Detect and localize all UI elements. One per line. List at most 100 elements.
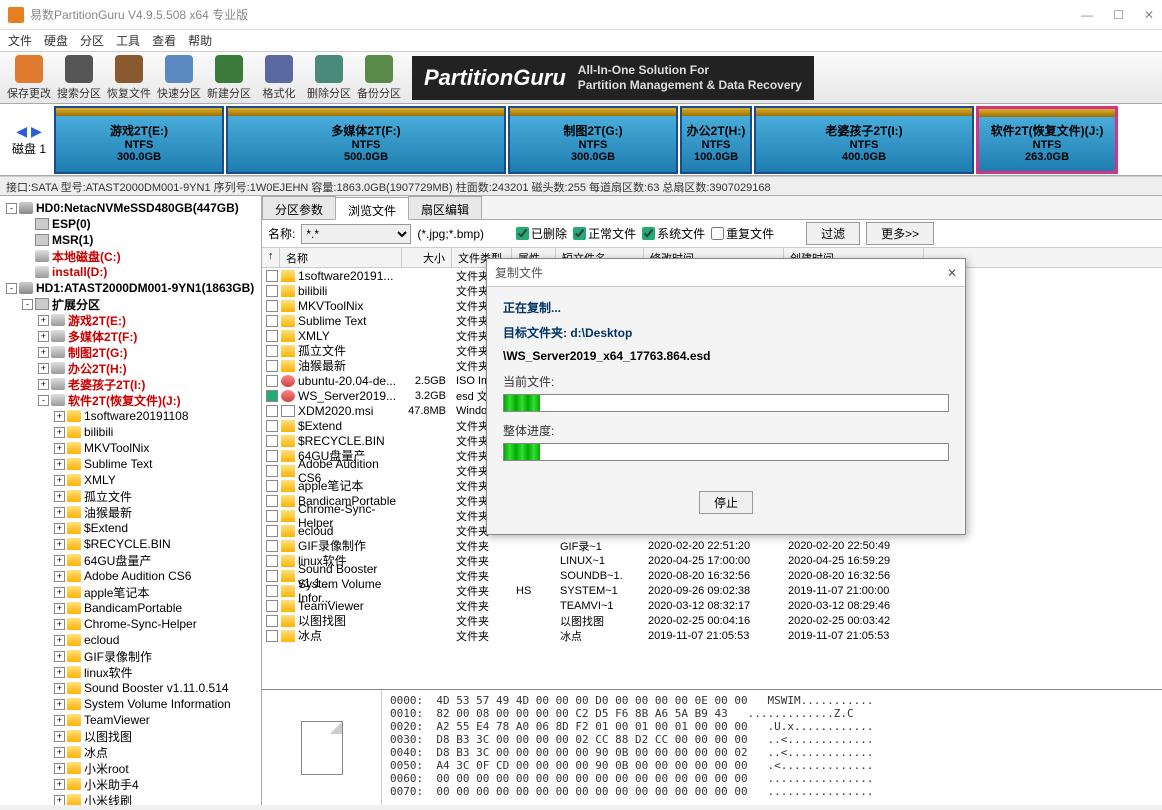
tree-item[interactable]: +MKVToolNix [2,440,259,456]
tbtn-新建分区[interactable]: 新建分区 [204,55,254,101]
menu-文件[interactable]: 文件 [8,32,32,49]
tree-item[interactable]: +Chrome-Sync-Helper [2,616,259,632]
menu-分区[interactable]: 分区 [80,32,104,49]
checkbox-icon[interactable] [266,585,278,597]
tree-item[interactable]: +Sound Booster v1.11.0.514 [2,680,259,696]
tree-item[interactable]: +ecloud [2,632,259,648]
tree-item[interactable]: +多媒体2T(F:) [2,328,259,344]
tree-item[interactable]: install(D:) [2,264,259,280]
tab-扇区编辑[interactable]: 扇区编辑 [408,196,482,219]
expander-icon[interactable]: + [38,331,49,342]
expander-icon[interactable]: + [54,795,65,806]
tree-item[interactable]: +linux软件 [2,664,259,680]
checkbox-icon[interactable] [266,480,278,492]
expander-icon[interactable]: + [38,379,49,390]
tbtn-保存更改[interactable]: 保存更改 [4,55,54,101]
checkbox-icon[interactable] [266,540,278,552]
tree-item[interactable]: +System Volume Information [2,696,259,712]
file-row[interactable]: System Volume Infor...文件夹HSSYSTEM~12020-… [262,583,1162,598]
tree-item[interactable]: +办公2T(H:) [2,360,259,376]
checkbox-icon[interactable] [266,285,278,297]
tree-item[interactable]: +$Extend [2,520,259,536]
tree-item[interactable]: +$RECYCLE.BIN [2,536,259,552]
checkbox-icon[interactable] [266,465,278,477]
expander-icon[interactable]: + [54,635,65,646]
expander-icon[interactable]: + [54,619,65,630]
tree-item[interactable]: +小米助手4 [2,776,259,792]
expander-icon[interactable]: + [54,459,65,470]
expander-icon[interactable]: - [6,283,17,294]
tree-item[interactable]: -HD1:ATAST2000DM001-9YN1(1863GB) [2,280,259,296]
partition-游戏2T(E:)[interactable]: 游戏2T(E:)NTFS300.0GB [54,106,224,174]
menu-帮助[interactable]: 帮助 [188,32,212,49]
expander-icon[interactable]: + [54,715,65,726]
tree-item[interactable]: +冰点 [2,744,259,760]
expander-icon[interactable]: + [54,779,65,790]
expander-icon[interactable]: + [54,523,65,534]
expander-icon[interactable]: - [22,299,33,310]
checkbox-icon[interactable] [266,630,278,642]
up-icon[interactable]: ↑ [262,248,280,267]
tbtn-格式化[interactable]: 格式化 [254,55,304,101]
tree-item[interactable]: +小米root [2,760,259,776]
checkbox-icon[interactable] [266,435,278,447]
partition-老婆孩子2T(I:)[interactable]: 老婆孩子2T(I:)NTFS400.0GB [754,106,974,174]
partition-软件2T(恢复文件)(J:)[interactable]: 软件2T(恢复文件)(J:)NTFS263.0GB [976,106,1118,174]
partition-制图2T(G:)[interactable]: 制图2T(G:)NTFS300.0GB [508,106,678,174]
tree-item[interactable]: +1software20191108 [2,408,259,424]
tree-item[interactable]: +64GU盘量产 [2,552,259,568]
tree-item[interactable]: +游戏2T(E:) [2,312,259,328]
file-row[interactable]: 冰点文件夹冰点2019-11-07 21:05:532019-11-07 21:… [262,628,1162,643]
tree-item[interactable]: +BandicamPortable [2,600,259,616]
expander-icon[interactable]: + [54,411,65,422]
tree-item[interactable]: +油猴最新 [2,504,259,520]
tree-item[interactable]: +Sublime Text [2,456,259,472]
chk-dup[interactable]: 重复文件 [711,225,774,242]
tree-item[interactable]: 本地磁盘(C:) [2,248,259,264]
expander-icon[interactable]: + [54,683,65,694]
menu-查看[interactable]: 查看 [152,32,176,49]
tree-item[interactable]: MSR(1) [2,232,259,248]
checkbox-icon[interactable] [266,315,278,327]
tbtn-删除分区[interactable]: 删除分区 [304,55,354,101]
tree-item[interactable]: +XMLY [2,472,259,488]
chk-system[interactable]: 系统文件 [642,225,705,242]
tbtn-恢复文件[interactable]: 恢复文件 [104,55,154,101]
chk-deleted[interactable]: 已删除 [516,225,567,242]
expander-icon[interactable]: - [38,395,49,406]
more-button[interactable]: 更多>> [866,222,934,245]
tab-分区参数[interactable]: 分区参数 [262,196,336,219]
filter-button[interactable]: 过滤 [806,222,860,245]
prev-next-icon[interactable]: ◀ ▶ [16,123,41,140]
expander-icon[interactable]: + [54,491,65,502]
menu-硬盘[interactable]: 硬盘 [44,32,68,49]
checkbox-icon[interactable] [266,615,278,627]
expander-icon[interactable]: + [54,443,65,454]
expander-icon[interactable]: + [54,747,65,758]
dialog-close-icon[interactable]: ✕ [947,266,957,280]
expander-icon[interactable]: + [54,539,65,550]
checkbox-icon[interactable] [266,330,278,342]
checkbox-icon[interactable] [266,345,278,357]
chk-normal[interactable]: 正常文件 [573,225,636,242]
expander-icon[interactable]: + [54,651,65,662]
tree-item[interactable]: +GIF录像制作 [2,648,259,664]
expander-icon[interactable]: + [54,555,65,566]
tree-item[interactable]: +TeamViewer [2,712,259,728]
expander-icon[interactable]: + [54,763,65,774]
expander-icon[interactable]: - [6,203,17,214]
tbtn-快速分区[interactable]: 快速分区 [154,55,204,101]
expander-icon[interactable]: + [54,587,65,598]
partition-多媒体2T(F:)[interactable]: 多媒体2T(F:)NTFS500.0GB [226,106,506,174]
checkbox-icon[interactable] [266,405,278,417]
checkbox-icon[interactable] [266,360,278,372]
tbtn-备份分区[interactable]: 备份分区 [354,55,404,101]
checkbox-icon[interactable] [266,390,278,402]
checkbox-icon[interactable] [266,270,278,282]
expander-icon[interactable]: + [54,731,65,742]
tree-item[interactable]: +bilibili [2,424,259,440]
tree-item[interactable]: +apple笔记本 [2,584,259,600]
expander-icon[interactable]: + [54,699,65,710]
expander-icon[interactable]: + [54,427,65,438]
expander-icon[interactable]: + [54,667,65,678]
